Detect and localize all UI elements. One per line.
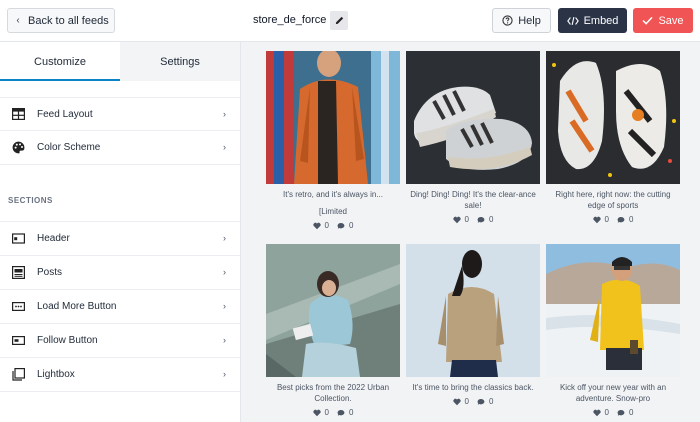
sidebar-item-label: Lightbox bbox=[37, 369, 75, 380]
chevron-right-icon: › bbox=[223, 335, 226, 345]
heart-icon bbox=[312, 409, 321, 416]
feed-post[interactable]: It's retro, and it's always in... [Limit… bbox=[266, 51, 400, 230]
heart-icon bbox=[592, 409, 601, 416]
sidebar-item-header[interactable]: Header › bbox=[0, 222, 240, 256]
sidebar-tabs: Customize Settings bbox=[0, 42, 240, 81]
feed-name: store_de_force bbox=[253, 14, 327, 26]
post-caption: Right here, right now: the cutting edge … bbox=[555, 190, 671, 210]
sidebar-item-color-scheme[interactable]: Color Scheme › bbox=[0, 131, 240, 165]
help-button[interactable]: Help bbox=[492, 8, 551, 33]
like-count: 0 bbox=[604, 408, 609, 417]
sidebar-item-label: Feed Layout bbox=[37, 108, 93, 120]
heart-icon bbox=[592, 216, 601, 223]
back-button-label: Back to all feeds bbox=[28, 14, 109, 27]
post-caption: It's retro, and it's always in... bbox=[283, 190, 383, 199]
post-image bbox=[266, 51, 400, 184]
comment-icon bbox=[337, 222, 345, 229]
comment-icon bbox=[477, 216, 485, 223]
feed-post[interactable]: Best picks from the 2022 Urban Collectio… bbox=[266, 244, 400, 417]
post-stats: 0 0 bbox=[546, 215, 680, 224]
sidebar-item-lightbox[interactable]: Lightbox › bbox=[0, 358, 240, 392]
chevron-right-icon: › bbox=[223, 233, 226, 243]
comment-count: 0 bbox=[629, 215, 634, 224]
chevron-right-icon: › bbox=[223, 267, 226, 277]
heart-icon bbox=[452, 216, 461, 223]
comment-count: 0 bbox=[349, 221, 354, 230]
sidebar-item-follow-button[interactable]: Follow Button › bbox=[0, 324, 240, 358]
pencil-icon bbox=[335, 16, 343, 25]
post-image bbox=[546, 244, 680, 377]
comment-icon bbox=[337, 409, 345, 416]
comment-count: 0 bbox=[349, 408, 354, 417]
comment-icon bbox=[617, 216, 625, 223]
palette-icon bbox=[11, 141, 25, 155]
sidebar-item-feed-layout[interactable]: Feed Layout › bbox=[0, 97, 240, 131]
sidebar-item-label: Header bbox=[37, 233, 70, 244]
save-button[interactable]: Save bbox=[633, 8, 693, 33]
post-stats: 0 0 bbox=[266, 221, 400, 230]
header-icon bbox=[11, 232, 25, 246]
post-caption: Ding! Ding! Ding! It's the clear-ance sa… bbox=[410, 190, 536, 210]
customizer-sidebar: Customize Settings Feed Layout › Color S… bbox=[0, 42, 241, 422]
chevron-left-icon: ‹ bbox=[16, 15, 20, 26]
post-image bbox=[546, 51, 680, 184]
sidebar-item-label: Load More Button bbox=[37, 301, 117, 312]
post-caption: Best picks from the 2022 Urban Collectio… bbox=[276, 383, 390, 403]
checkmark-icon bbox=[642, 16, 654, 25]
post-caption: It's time to bring the classics back. bbox=[412, 383, 534, 392]
post-image bbox=[406, 51, 540, 184]
comment-icon bbox=[617, 409, 625, 416]
chevron-right-icon: › bbox=[223, 301, 226, 311]
like-count: 0 bbox=[324, 408, 329, 417]
feed-preview: It's retro, and it's always in... [Limit… bbox=[241, 42, 700, 422]
post-caption: Kick off your new year with an adventure… bbox=[559, 383, 667, 403]
post-caption-continued: [Limited bbox=[318, 207, 347, 216]
edit-feed-name-button[interactable] bbox=[330, 11, 348, 30]
code-icon bbox=[566, 16, 579, 25]
sidebar-item-posts[interactable]: Posts › bbox=[0, 256, 240, 290]
save-label: Save bbox=[658, 14, 684, 27]
question-circle-icon bbox=[502, 15, 513, 26]
heart-icon bbox=[312, 222, 321, 229]
feed-post[interactable]: It's time to bring the classics back. 0 … bbox=[406, 244, 540, 406]
like-count: 0 bbox=[604, 215, 609, 224]
like-count: 0 bbox=[464, 215, 469, 224]
chevron-right-icon: › bbox=[223, 142, 226, 152]
feed-post[interactable]: Kick off your new year with an adventure… bbox=[546, 244, 680, 417]
help-label: Help bbox=[518, 14, 541, 27]
lightbox-icon bbox=[11, 368, 25, 382]
sidebar-item-label: Follow Button bbox=[37, 335, 98, 346]
post-image bbox=[266, 244, 400, 377]
chevron-right-icon: › bbox=[223, 369, 226, 379]
load-more-icon bbox=[11, 300, 25, 314]
sections-heading: SECTIONS bbox=[8, 196, 53, 205]
sidebar-item-label: Color Scheme bbox=[37, 142, 101, 153]
like-count: 0 bbox=[464, 397, 469, 406]
layout-grid-icon bbox=[11, 107, 25, 121]
tab-settings[interactable]: Settings bbox=[120, 42, 240, 81]
heart-icon bbox=[452, 398, 461, 405]
embed-button[interactable]: Embed bbox=[558, 8, 627, 33]
like-count: 0 bbox=[324, 221, 329, 230]
back-to-feeds-button[interactable]: ‹ Back to all feeds bbox=[7, 8, 115, 33]
post-stats: 0 0 bbox=[546, 408, 680, 417]
chevron-right-icon: › bbox=[223, 109, 226, 119]
embed-label: Embed bbox=[583, 14, 619, 27]
post-stats: 0 0 bbox=[406, 397, 540, 406]
feed-post[interactable]: Ding! Ding! Ding! It's the clear-ance sa… bbox=[406, 51, 540, 224]
sidebar-item-label: Posts bbox=[37, 267, 63, 278]
comment-count: 0 bbox=[629, 408, 634, 417]
comment-count: 0 bbox=[489, 397, 494, 406]
tab-customize[interactable]: Customize bbox=[0, 42, 120, 81]
post-stats: 0 0 bbox=[406, 215, 540, 224]
comment-icon bbox=[477, 398, 485, 405]
comment-count: 0 bbox=[489, 215, 494, 224]
feed-post[interactable]: Right here, right now: the cutting edge … bbox=[546, 51, 680, 224]
sidebar-item-load-more-button[interactable]: Load More Button › bbox=[0, 290, 240, 324]
top-bar: ‹ Back to all feeds store_de_force Help … bbox=[0, 0, 700, 42]
follow-button-icon bbox=[11, 334, 25, 348]
posts-icon bbox=[11, 266, 25, 280]
post-stats: 0 0 bbox=[266, 408, 400, 417]
post-image bbox=[406, 244, 540, 377]
